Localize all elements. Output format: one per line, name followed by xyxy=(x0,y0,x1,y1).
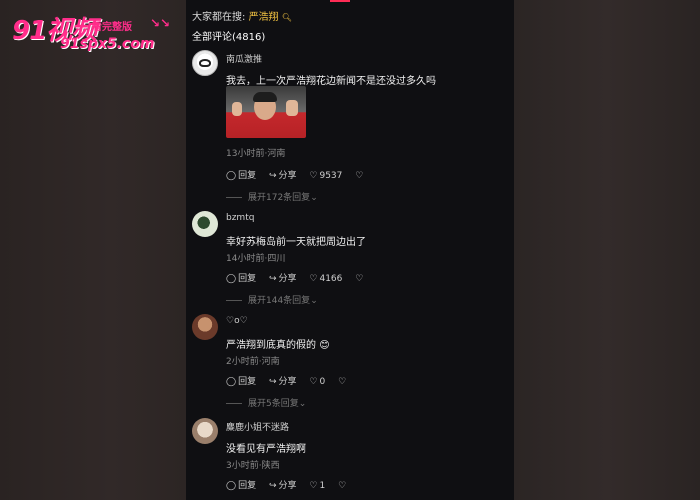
watermark-tag: 看完整版 xyxy=(92,22,132,33)
avatar[interactable] xyxy=(192,418,218,444)
like-button[interactable]: ♡ 1 xyxy=(309,481,325,491)
like-count: 9537 xyxy=(319,171,343,181)
search-icon: 🔍︎ xyxy=(281,13,292,22)
reply-button[interactable]: ◯ 回复 xyxy=(226,478,256,491)
share-icon: ↪ xyxy=(268,171,277,181)
comment-image[interactable] xyxy=(226,86,306,138)
comment-username[interactable]: 麋鹿小姐不迷路 xyxy=(226,420,289,433)
comment-meta: 2小时前·河南 xyxy=(226,357,280,367)
reply-icon: ◯ xyxy=(226,171,237,181)
site-watermark: 91视频 看完整版 ↘↘ 91spx5.com xyxy=(12,10,172,56)
expand-replies-button[interactable]: 展开5条回复⌄ xyxy=(226,396,306,409)
comment-meta: 13小时前·河南 xyxy=(226,149,286,159)
background-left xyxy=(0,0,186,500)
reply-icon: ◯ xyxy=(226,377,237,387)
comment-username[interactable]: bzmtq xyxy=(226,213,254,223)
search-keyword[interactable]: 严浩翔 xyxy=(249,12,279,23)
comment-text: 没看见有严浩翔啊 xyxy=(226,444,306,455)
broken-heart-icon: ♡ xyxy=(355,171,364,181)
chevron-down-icon: ⌄ xyxy=(298,399,307,409)
like-count: 1 xyxy=(319,481,326,491)
comment-actions: ◯ 回复 ↪ 分享 ♡ 4166 ♡ xyxy=(226,271,375,284)
expand-replies-button[interactable]: 展开172条回复⌄ xyxy=(226,190,318,203)
tab-indicator xyxy=(330,0,350,2)
share-icon: ↪ xyxy=(268,481,277,491)
share-button[interactable]: ↪ 分享 xyxy=(269,478,297,491)
heart-icon: ♡ xyxy=(309,377,318,387)
reply-button[interactable]: ◯ 回复 xyxy=(226,168,256,181)
broken-heart-icon: ♡ xyxy=(338,377,347,387)
watermark-arrows-icon: ↘↘ xyxy=(150,16,171,30)
share-button[interactable]: ↪ 分享 xyxy=(269,168,297,181)
chevron-down-icon: ⌄ xyxy=(310,296,318,306)
comment-text: 幸好苏梅岛前一天就把周边出了 xyxy=(226,237,366,248)
comments-panel: 大家都在搜: 严浩翔 🔍︎ 全部评论(4816) 南瓜激推 我去，上一次严浩翔花… xyxy=(186,0,514,500)
comment-actions: ◯ 回复 ↪ 分享 ♡ 0 ♡ xyxy=(226,374,358,387)
expand-replies-button[interactable]: 展开144条回复⌄ xyxy=(226,293,318,306)
heart-icon: ♡ xyxy=(309,171,318,181)
comment-username[interactable]: 南瓜激推 xyxy=(226,52,262,65)
expand-replies-label: 展开5条回复 xyxy=(248,399,299,409)
watermark-url: 91spx5.com xyxy=(60,36,155,52)
comments-header: 全部评论(4816) xyxy=(192,32,266,43)
reply-button[interactable]: ◯ 回复 xyxy=(226,374,256,387)
like-button[interactable]: ♡ 9537 xyxy=(309,171,342,181)
dislike-button[interactable]: ♡ xyxy=(355,171,365,181)
comment-meta: 3小时前·陕西 xyxy=(226,461,280,471)
broken-heart-icon: ♡ xyxy=(355,274,364,284)
share-icon: ↪ xyxy=(268,377,277,387)
heart-icon: ♡ xyxy=(309,274,318,284)
background-right xyxy=(514,0,700,500)
expand-replies-label: 展开144条回复 xyxy=(248,296,311,306)
like-button[interactable]: ♡ 4166 xyxy=(309,274,342,284)
chevron-down-icon: ⌄ xyxy=(310,193,318,203)
heart-icon: ♡ xyxy=(309,481,318,491)
share-icon: ↪ xyxy=(268,274,277,284)
avatar[interactable] xyxy=(192,314,218,340)
share-button[interactable]: ↪ 分享 xyxy=(269,271,297,284)
comment-actions: ◯ 回复 ↪ 分享 ♡ 9537 ♡ xyxy=(226,168,375,181)
comment-text: 严浩翔到底真的假的 😊 xyxy=(226,340,330,351)
dislike-button[interactable]: ♡ xyxy=(355,274,365,284)
dislike-button[interactable]: ♡ xyxy=(338,481,348,491)
like-count: 0 xyxy=(319,377,326,387)
reply-icon: ◯ xyxy=(226,274,237,284)
comment-username[interactable]: ♡o♡ xyxy=(226,316,248,326)
reply-icon: ◯ xyxy=(226,481,237,491)
share-button[interactable]: ↪ 分享 xyxy=(269,374,297,387)
search-prefix: 大家都在搜: xyxy=(192,12,246,23)
like-button[interactable]: ♡ 0 xyxy=(309,377,325,387)
like-count: 4166 xyxy=(319,274,343,284)
comment-text: 我去，上一次严浩翔花边新闻不是还没过多久吗 xyxy=(226,76,436,87)
broken-heart-icon: ♡ xyxy=(338,481,347,491)
comment-meta: 14小时前·四川 xyxy=(226,254,286,264)
smile-emoji: 😊 xyxy=(319,340,330,351)
comment-actions: ◯ 回复 ↪ 分享 ♡ 1 ♡ xyxy=(226,478,358,491)
reply-button[interactable]: ◯ 回复 xyxy=(226,271,256,284)
avatar[interactable] xyxy=(192,50,218,76)
avatar[interactable] xyxy=(192,211,218,237)
expand-replies-label: 展开172条回复 xyxy=(248,193,311,203)
dislike-button[interactable]: ♡ xyxy=(338,377,348,387)
search-suggestion[interactable]: 大家都在搜: 严浩翔 🔍︎ xyxy=(192,8,292,23)
